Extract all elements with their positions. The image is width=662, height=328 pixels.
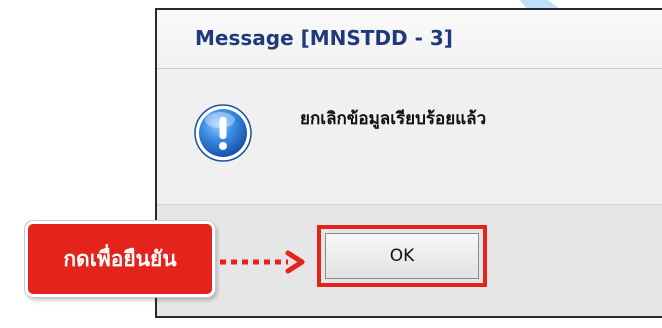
dialog-titlebar[interactable]: Message [MNSTDD - 3] — [157, 10, 662, 69]
dialog-body: ยกเลิกข้อมูลเรียบร้อยแล้ว — [157, 69, 662, 204]
ok-button[interactable]: OK — [325, 233, 479, 279]
dialog-message: ยกเลิกข้อมูลเรียบร้อยแล้ว — [300, 109, 487, 129]
info-icon — [194, 104, 252, 162]
dotted-arrow-icon — [220, 250, 305, 274]
callout-label: กดเพื่อยืนยัน — [25, 221, 215, 297]
dialog-title: Message [MNSTDD - 3] — [195, 26, 453, 50]
callout-text: กดเพื่อยืนยัน — [63, 245, 177, 271]
ok-button-highlight: OK — [317, 225, 487, 287]
screenshot-stage: Message [MNSTDD - 3] ยกเลิกข้อมูลเรียบร้… — [0, 0, 662, 328]
